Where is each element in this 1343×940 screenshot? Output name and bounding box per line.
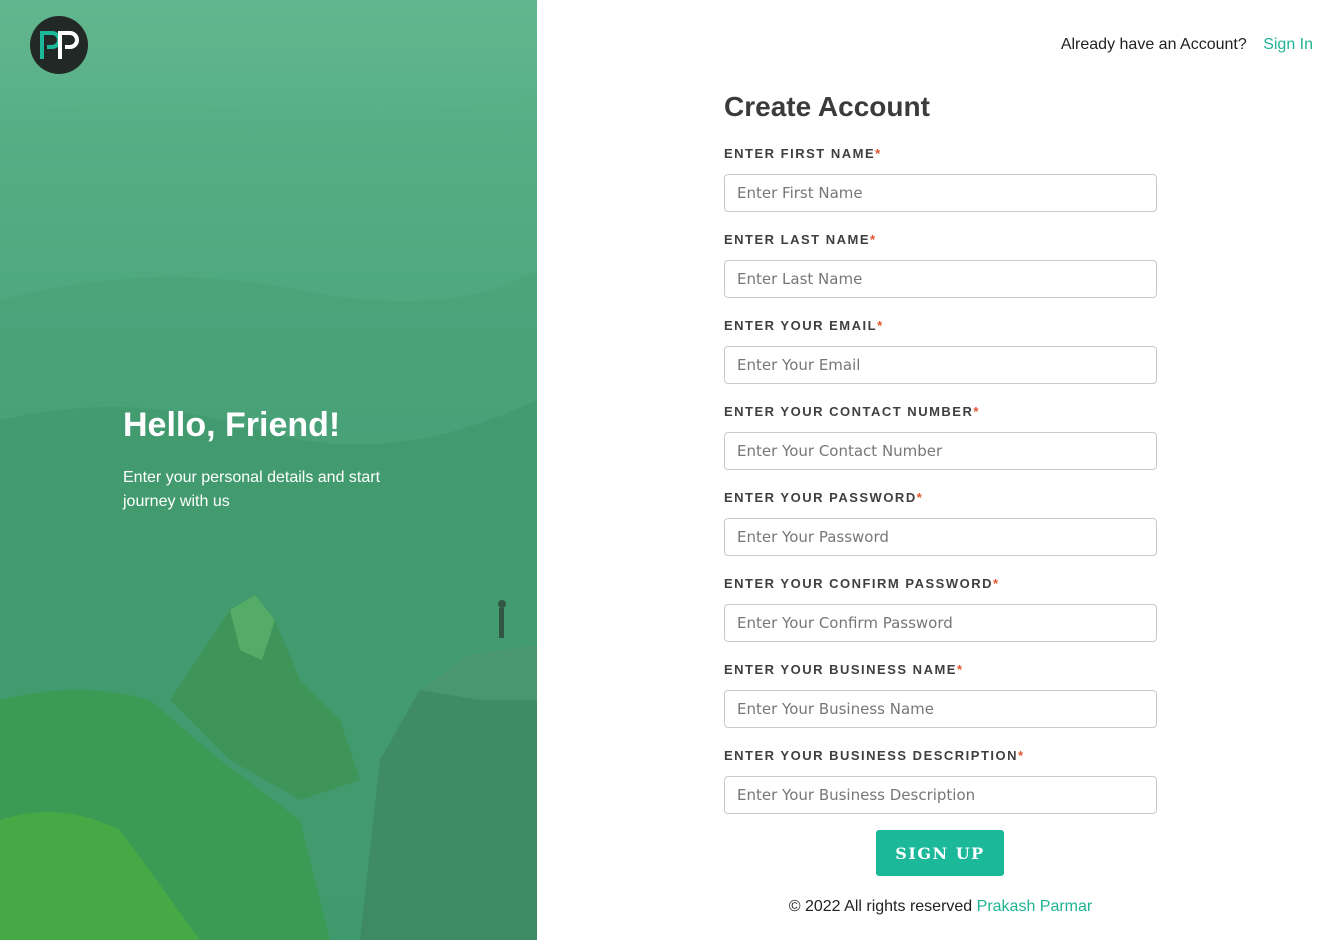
contact-number-field: ENTER YOUR CONTACT NUMBER* xyxy=(724,404,1157,490)
hero-subtitle: Enter your personal details and start jo… xyxy=(123,469,381,510)
required-mark: * xyxy=(870,232,876,247)
author-link[interactable]: Prakash Parmar xyxy=(977,898,1093,915)
first-name-label: ENTER FIRST NAME* xyxy=(724,146,881,161)
contact-number-label: ENTER YOUR CONTACT NUMBER* xyxy=(724,404,979,419)
confirm-password-label: ENTER YOUR CONFIRM PASSWORD* xyxy=(724,576,999,591)
password-input[interactable] xyxy=(724,518,1157,556)
required-mark: * xyxy=(992,576,999,591)
business-description-input[interactable] xyxy=(724,776,1157,814)
first-name-field: ENTER FIRST NAME* xyxy=(724,146,1157,232)
email-input[interactable] xyxy=(724,346,1157,384)
required-mark: * xyxy=(1018,748,1024,763)
business-description-label: ENTER YOUR BUSINESS DESCRIPTION* xyxy=(724,748,1024,763)
last-name-label: ENTER LAST NAME* xyxy=(724,232,876,247)
last-name-input[interactable] xyxy=(724,260,1157,298)
confirm-password-field: ENTER YOUR CONFIRM PASSWORD* xyxy=(724,576,1157,662)
business-name-label: ENTER YOUR BUSINESS NAME* xyxy=(724,662,963,677)
confirm-password-input[interactable] xyxy=(724,604,1157,642)
signin-link[interactable]: Sign In xyxy=(1263,36,1313,53)
copyright-text: © 2022 All rights reserved xyxy=(788,898,973,915)
form-title: Create Account xyxy=(724,91,930,122)
logo-glyph-icon xyxy=(40,31,79,59)
pp-logo-icon[interactable] xyxy=(30,16,88,74)
required-mark: * xyxy=(956,662,963,677)
business-name-input[interactable] xyxy=(724,690,1157,728)
hero-panel: Hello, Friend! Enter your personal detai… xyxy=(0,0,537,940)
business-description-field: ENTER YOUR BUSINESS DESCRIPTION* xyxy=(724,748,1157,834)
required-mark: * xyxy=(877,318,883,333)
hero-title: Hello, Friend! xyxy=(123,406,341,444)
contact-number-input[interactable] xyxy=(724,432,1157,470)
sign-up-button[interactable]: SIGN UP xyxy=(876,830,1004,876)
required-mark: * xyxy=(916,490,922,505)
signin-prompt: Already have an Account? Sign In xyxy=(1061,36,1313,54)
password-label: ENTER YOUR PASSWORD* xyxy=(724,490,922,505)
create-account-form: Create Account ENTER FIRST NAME* ENTER L… xyxy=(724,90,1157,834)
required-mark: * xyxy=(875,146,881,161)
required-mark: * xyxy=(973,404,979,419)
email-field: ENTER YOUR EMAIL* xyxy=(724,318,1157,404)
email-label: ENTER YOUR EMAIL* xyxy=(724,318,883,333)
business-name-field: ENTER YOUR BUSINESS NAME* xyxy=(724,662,1157,748)
first-name-input[interactable] xyxy=(724,174,1157,212)
footer: © 2022 All rights reserved Prakash Parma… xyxy=(724,898,1157,916)
last-name-field: ENTER LAST NAME* xyxy=(724,232,1157,318)
signin-question: Already have an Account? xyxy=(1060,36,1247,53)
password-field: ENTER YOUR PASSWORD* xyxy=(724,490,1157,576)
